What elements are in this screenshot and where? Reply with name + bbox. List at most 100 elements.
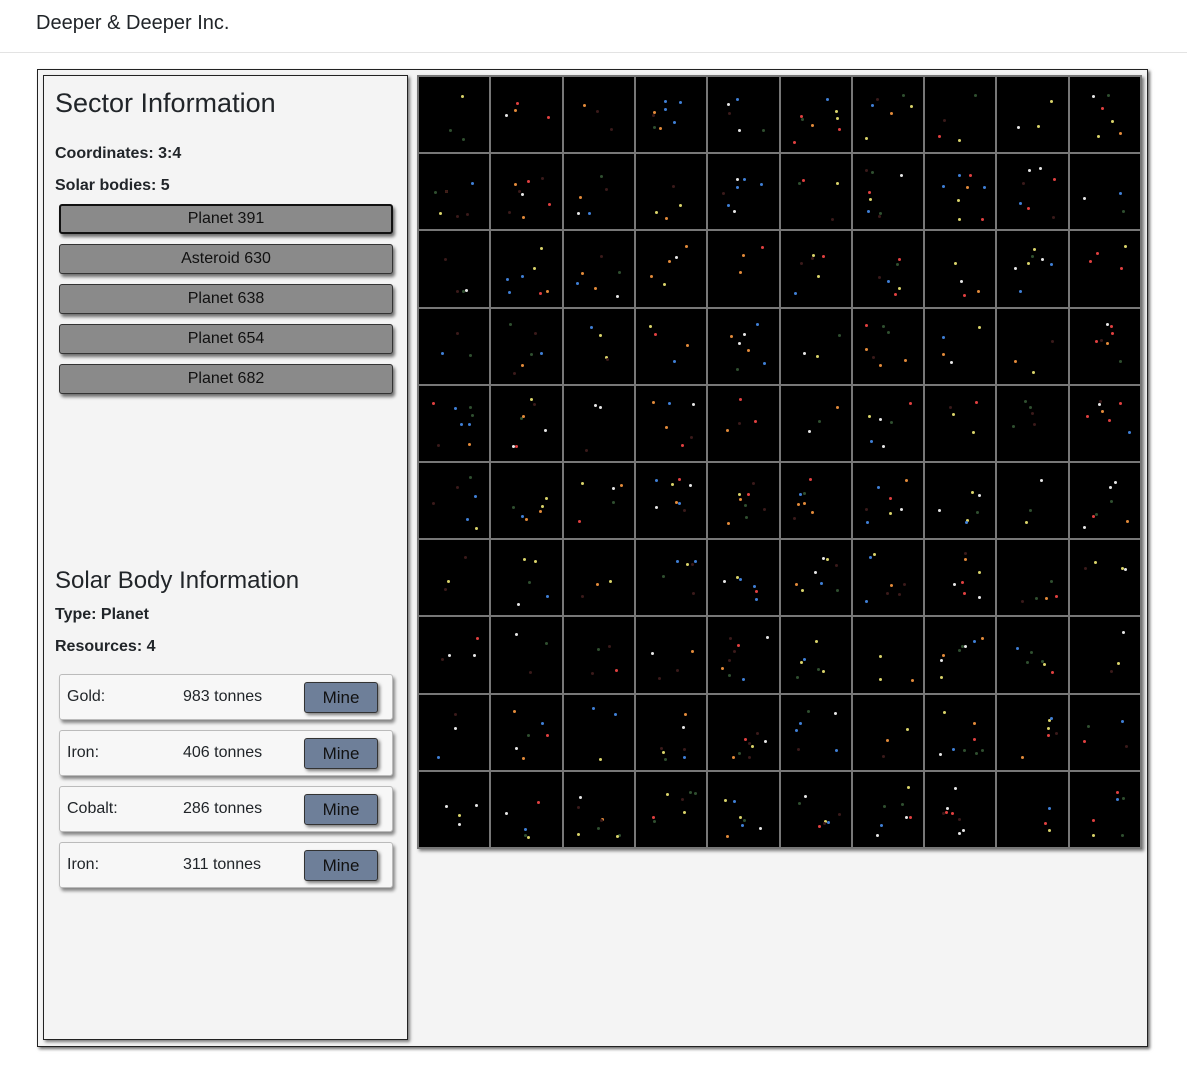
sector-cell[interactable] (419, 540, 490, 616)
sector-cell[interactable] (925, 540, 996, 616)
sector-cell[interactable] (925, 617, 996, 693)
sector-cell[interactable] (563, 154, 634, 230)
mine-button[interactable]: Mine (304, 738, 378, 769)
sector-cell[interactable] (925, 77, 996, 153)
sector-cell[interactable] (780, 694, 851, 770)
sector-cell[interactable] (708, 462, 779, 539)
sector-cell[interactable] (997, 385, 1068, 461)
sector-cell[interactable] (1069, 77, 1140, 153)
sector-cell[interactable] (925, 462, 996, 539)
sector-cell[interactable] (419, 694, 490, 770)
sector-cell[interactable] (852, 617, 924, 693)
sector-cell[interactable] (635, 308, 707, 384)
sector-cell[interactable] (419, 617, 490, 693)
sector-cell[interactable] (708, 385, 779, 461)
sector-cell[interactable] (997, 154, 1068, 230)
sector-cell[interactable] (419, 231, 490, 307)
sector-cell[interactable] (635, 154, 707, 230)
sector-cell[interactable] (491, 617, 562, 693)
sector-cell[interactable] (491, 77, 562, 153)
sector-cell[interactable] (491, 154, 562, 230)
sector-cell[interactable] (708, 540, 779, 616)
sector-cell[interactable] (1069, 694, 1140, 770)
sector-cell[interactable] (635, 77, 707, 153)
sector-cell[interactable] (708, 77, 779, 153)
sector-cell[interactable] (708, 617, 779, 693)
sector-cell[interactable] (852, 77, 924, 153)
sector-cell[interactable] (491, 462, 562, 539)
sector-cell[interactable] (563, 540, 634, 616)
sector-cell[interactable] (563, 617, 634, 693)
sector-cell[interactable] (563, 77, 634, 153)
sector-cell[interactable] (491, 308, 562, 384)
sector-cell[interactable] (419, 77, 490, 153)
sector-cell[interactable] (997, 694, 1068, 770)
sector-cell[interactable] (708, 694, 779, 770)
sector-cell[interactable] (491, 771, 562, 847)
solar-body-button[interactable]: Planet 654 (59, 324, 393, 354)
sector-cell[interactable] (780, 308, 851, 384)
sector-cell[interactable] (852, 385, 924, 461)
sector-cell[interactable] (491, 694, 562, 770)
sector-cell[interactable] (563, 231, 634, 307)
sector-cell[interactable] (563, 462, 634, 539)
sector-cell[interactable] (852, 231, 924, 307)
sector-cell[interactable] (563, 694, 634, 770)
sector-cell[interactable] (997, 617, 1068, 693)
sector-cell[interactable] (925, 308, 996, 384)
sector-cell[interactable] (1069, 231, 1140, 307)
sector-cell[interactable] (1069, 154, 1140, 230)
sector-cell[interactable] (563, 308, 634, 384)
sector-cell[interactable] (852, 462, 924, 539)
sector-cell[interactable] (491, 385, 562, 461)
sector-cell[interactable] (1069, 385, 1140, 461)
sector-cell[interactable] (780, 771, 851, 847)
sector-cell[interactable] (419, 385, 490, 461)
sector-cell[interactable] (635, 540, 707, 616)
sector-cell[interactable] (925, 694, 996, 770)
sector-cell[interactable] (780, 462, 851, 539)
sector-cell[interactable] (780, 154, 851, 230)
sector-cell[interactable] (708, 771, 779, 847)
sector-cell[interactable] (635, 462, 707, 539)
sector-cell[interactable] (997, 77, 1068, 153)
solar-body-button[interactable]: Planet 638 (59, 284, 393, 314)
sector-cell[interactable] (780, 77, 851, 153)
sector-cell[interactable] (1069, 771, 1140, 847)
sector-cell[interactable] (997, 231, 1068, 307)
sector-cell[interactable] (780, 231, 851, 307)
sector-cell[interactable] (708, 308, 779, 384)
sector-cell[interactable] (1069, 617, 1140, 693)
sector-cell[interactable] (1069, 462, 1140, 539)
sector-cell[interactable] (780, 385, 851, 461)
sector-cell[interactable] (997, 540, 1068, 616)
sector-cell[interactable] (635, 231, 707, 307)
sector-cell[interactable] (852, 308, 924, 384)
sector-cell[interactable] (997, 771, 1068, 847)
sector-cell[interactable] (997, 462, 1068, 539)
sector-cell[interactable] (852, 694, 924, 770)
sector-cell[interactable] (852, 154, 924, 230)
sector-cell[interactable] (1069, 540, 1140, 616)
sector-cell[interactable] (635, 617, 707, 693)
sector-cell[interactable] (563, 771, 634, 847)
solar-body-button[interactable]: Planet 391 (59, 204, 393, 234)
sector-cell[interactable] (491, 540, 562, 616)
sector-cell[interactable] (635, 694, 707, 770)
sector-cell[interactable] (419, 771, 490, 847)
sector-cell[interactable] (780, 540, 851, 616)
solar-body-button[interactable]: Planet 682 (59, 364, 393, 394)
sector-cell[interactable] (852, 540, 924, 616)
mine-button[interactable]: Mine (304, 850, 378, 881)
mine-button[interactable]: Mine (304, 682, 378, 713)
solar-body-button[interactable]: Asteroid 630 (59, 244, 393, 274)
sector-cell[interactable] (1069, 308, 1140, 384)
sector-cell[interactable] (419, 462, 490, 539)
sector-cell[interactable] (635, 771, 707, 847)
sector-cell[interactable] (419, 308, 490, 384)
sector-cell[interactable] (563, 385, 634, 461)
sector-cell[interactable] (997, 308, 1068, 384)
sector-cell[interactable] (419, 154, 490, 230)
mine-button[interactable]: Mine (304, 794, 378, 825)
sector-cell[interactable] (708, 231, 779, 307)
